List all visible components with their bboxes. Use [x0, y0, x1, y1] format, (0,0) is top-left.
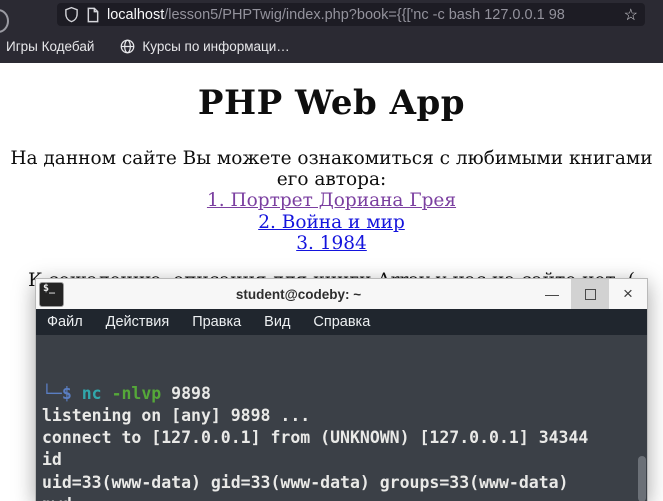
close-button[interactable]: ×	[609, 279, 647, 309]
bookmark-item-games[interactable]: Игры Кодебай	[6, 39, 94, 54]
terminal-line: uid=33(www-data) gid=33(www-data) groups…	[42, 472, 569, 492]
bookmark-label: Игры Кодебай	[6, 38, 95, 54]
intro-text: На данном сайте Вы можете ознакомиться с…	[10, 148, 653, 190]
menu-file[interactable]: Файл	[47, 314, 83, 330]
url-text[interactable]: localhost/lesson5/PHPTwig/index.php?book…	[107, 7, 618, 23]
terminal-output[interactable]: └─$ nc -nlvp 9898 listening on [any] 9898…	[36, 335, 647, 501]
menu-view[interactable]: Вид	[264, 314, 290, 330]
minimize-button[interactable]: —	[533, 279, 571, 309]
menu-help[interactable]: Справка	[313, 314, 370, 330]
terminal-title: student@codeby: ~	[235, 286, 362, 302]
url-path: /lesson5/PHPTwig/index.php?book={{['nc -…	[164, 6, 565, 23]
book-link-2[interactable]: 2. Война и мир	[0, 212, 663, 234]
terminal-line: id	[42, 450, 62, 470]
page-title: PHP Web App	[197, 83, 466, 123]
url-host: localhost	[107, 6, 165, 23]
bookmark-item-courses[interactable]: Курсы по информаци…	[120, 38, 290, 54]
terminal-window: $_ student@codeby: ~ — × Файл Действия П…	[35, 278, 648, 501]
terminal-line: pwd	[42, 494, 647, 501]
page-icon[interactable]	[86, 7, 100, 23]
maximize-icon	[584, 288, 596, 300]
globe-icon	[121, 39, 135, 53]
menu-actions[interactable]: Действия	[106, 314, 170, 330]
browser-chrome: localhost/lesson5/PHPTwig/index.php?book…	[0, 0, 663, 63]
url-bar[interactable]: localhost/lesson5/PHPTwig/index.php?book…	[57, 3, 645, 26]
terminal-line: connect to [127.0.0.1] from (UNKNOWN) [1…	[42, 428, 589, 448]
bookmarks-bar: Игры Кодебай Курсы по информаци…	[0, 29, 663, 63]
scrollbar-thumb[interactable]	[638, 456, 646, 501]
window-controls: — ×	[533, 279, 647, 309]
terminal-line: └─$ nc -nlvp 9898	[42, 383, 211, 403]
terminal-app-icon[interactable]: $_	[39, 281, 64, 307]
menu-edit[interactable]: Правка	[192, 314, 241, 330]
terminal-menubar: Файл Действия Правка Вид Справка	[36, 309, 647, 335]
terminal-titlebar[interactable]: $_ student@codeby: ~ — ×	[36, 279, 647, 309]
book-links: 1. Портрет Дориана Грея 2. Война и мир 3…	[0, 190, 663, 255]
terminal-line: listening on [any] 9898 ...	[42, 405, 311, 425]
maximize-button[interactable]	[571, 279, 609, 309]
browser-toolbar: localhost/lesson5/PHPTwig/index.php?book…	[0, 0, 663, 33]
book-link-3[interactable]: 3. 1984	[0, 233, 663, 255]
book-link-1[interactable]: 1. Портрет Дориана Грея	[0, 190, 663, 212]
bookmark-star-icon[interactable]: ☆	[624, 5, 638, 25]
shield-icon[interactable]	[64, 6, 79, 23]
bookmark-label: Курсы по информаци…	[142, 38, 290, 54]
